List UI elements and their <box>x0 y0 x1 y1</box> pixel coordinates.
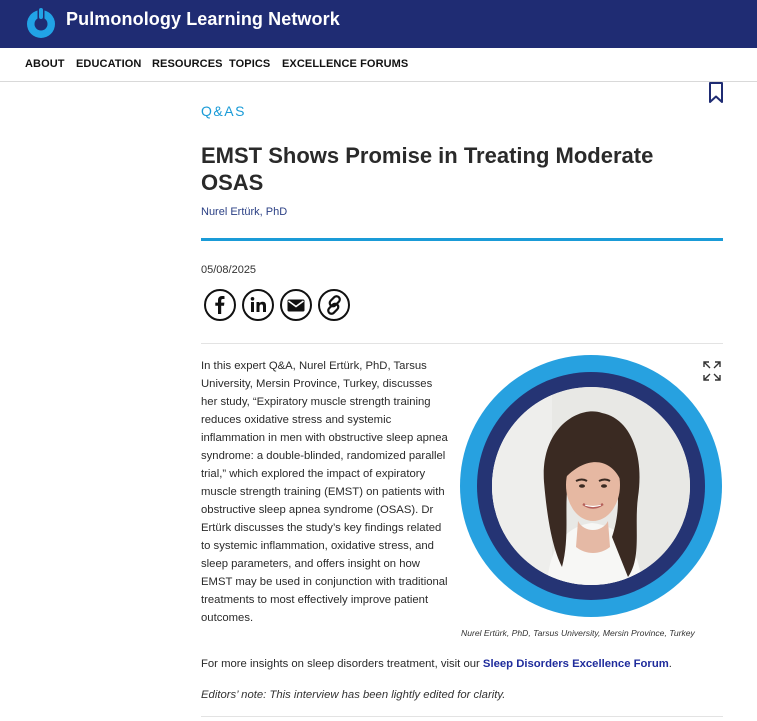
insights-prefix: For more insights on sleep disorders tre… <box>201 658 483 670</box>
share-link-button[interactable] <box>318 289 350 321</box>
linkedin-icon <box>250 297 266 312</box>
article-author[interactable]: Nurel Ertürk, PhD <box>201 206 287 218</box>
author-photo-illustration <box>492 387 690 585</box>
lung-c-icon[interactable] <box>24 6 58 40</box>
sleep-forum-link[interactable]: Sleep Disorders Excellence Forum <box>483 658 669 670</box>
insights-line: For more insights on sleep disorders tre… <box>201 658 672 670</box>
bookmark-icon[interactable] <box>707 82 725 104</box>
nav-excellence-forums[interactable]: EXCELLENCE FORUMS <box>282 58 408 70</box>
title-divider <box>201 238 723 241</box>
article-intro: In this expert Q&A, Nurel Ertürk, PhD, T… <box>201 360 448 624</box>
article-category[interactable]: Q&AS <box>201 103 246 119</box>
main-nav: ABOUT EDUCATION RESOURCES TOPICS EXCELLE… <box>0 48 757 82</box>
editors-note: Editors’ note: This interview has been l… <box>201 689 506 701</box>
portrait-ring <box>477 372 705 600</box>
nav-education[interactable]: EDUCATION <box>76 58 141 70</box>
share-divider <box>201 343 723 344</box>
author-photo <box>492 387 690 585</box>
expand-icon[interactable] <box>702 360 722 382</box>
share-facebook-button[interactable] <box>204 289 236 321</box>
footer-divider <box>201 716 723 717</box>
share-linkedin-button[interactable] <box>242 289 274 321</box>
site-title[interactable]: Pulmonology Learning Network <box>66 9 340 30</box>
email-icon <box>287 299 305 312</box>
nav-about[interactable]: ABOUT <box>25 58 65 70</box>
nav-resources[interactable]: RESOURCES <box>152 58 223 70</box>
article-title: EMST Shows Promise in Treating Moderate … <box>201 143 654 195</box>
site-header: Pulmonology Learning Network <box>0 0 757 48</box>
author-portrait[interactable] <box>460 355 722 617</box>
link-icon <box>327 295 341 315</box>
share-email-button[interactable] <box>280 289 312 321</box>
facebook-icon <box>215 296 225 314</box>
nav-topics[interactable]: TOPICS <box>229 58 270 70</box>
article-date: 05/08/2025 <box>201 264 257 276</box>
insights-suffix: . <box>668 658 672 670</box>
image-caption: Nurel Ertürk, PhD, Tarsus University, Me… <box>461 628 695 638</box>
